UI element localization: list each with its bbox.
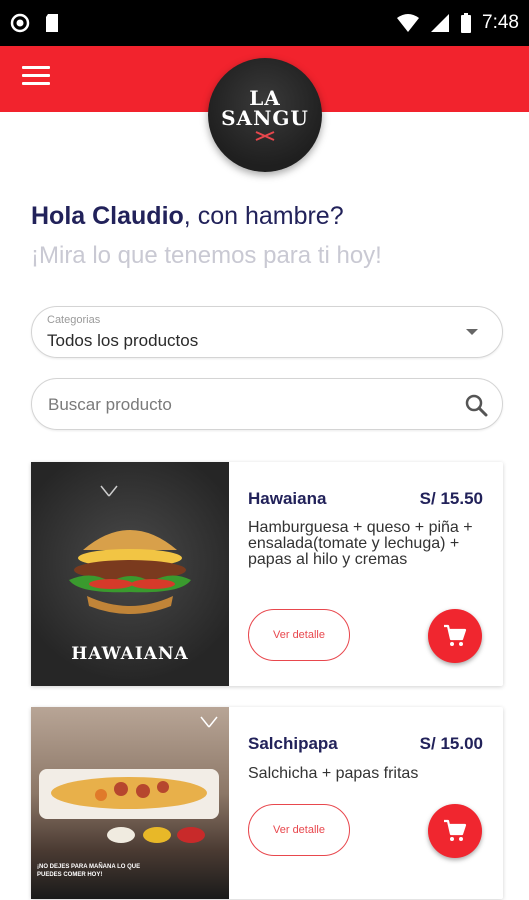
product-name: Salchipapa (248, 734, 338, 753)
view-detail-button[interactable]: Ver detalle (248, 804, 350, 856)
greeting-subtitle: ¡Mira lo que tenemos para ti hoy! (31, 242, 382, 269)
brand-logo: LA SANGU (208, 58, 322, 172)
sd-card-icon (46, 14, 58, 32)
greeting-name: Hola Claudio (31, 202, 184, 230)
greeting-title: Hola Claudio, con hambre? (31, 202, 344, 231)
signal-icon (431, 14, 450, 32)
product-card[interactable]: ¡NO DEJES PARA MAÑANA LO QUE PUEDES COME… (31, 707, 503, 899)
category-select[interactable]: Categorias Todos los productos (31, 306, 503, 358)
product-image-caption: ¡NO DEJES PARA MAÑANA LO QUE PUEDES COME… (37, 864, 141, 878)
product-description: Salchicha + papas fritas (248, 765, 419, 782)
battery-icon (461, 13, 472, 33)
greeting-question: , con hambre? (183, 202, 344, 230)
cutlery-icon (255, 131, 275, 141)
menu-icon[interactable] (22, 66, 50, 90)
product-description: Hamburguesa + queso + piña + ensalada(to… (248, 519, 473, 568)
cart-icon (444, 624, 467, 646)
product-price: S/ 15.50 (419, 489, 483, 508)
product-image-caption: HAWAIANA (71, 644, 189, 664)
product-card[interactable]: HAWAIANA Hawaiana S/ 15.50 Hamburguesa +… (31, 462, 503, 686)
category-label: Categorias (47, 314, 101, 326)
cart-icon (444, 819, 467, 841)
search-icon[interactable] (464, 393, 488, 417)
logo-line1: LA (249, 86, 281, 110)
status-time: 7:48 (482, 12, 519, 33)
search-input[interactable] (46, 389, 450, 421)
product-price: S/ 15.00 (419, 734, 483, 753)
logo-line2: SANGU (221, 106, 309, 130)
product-image: HAWAIANA (31, 462, 229, 686)
product-name: Hawaiana (248, 489, 327, 508)
search-box (31, 378, 503, 430)
status-bar: 7:48 (0, 0, 529, 46)
add-to-cart-button[interactable] (428, 609, 482, 663)
dropdown-arrow-icon (466, 329, 478, 335)
wifi-icon (397, 14, 420, 32)
circle-status-icon (10, 13, 30, 33)
view-detail-button[interactable]: Ver detalle (248, 609, 350, 661)
product-image: ¡NO DEJES PARA MAÑANA LO QUE PUEDES COME… (31, 707, 229, 899)
add-to-cart-button[interactable] (428, 804, 482, 858)
category-value: Todos los productos (47, 331, 199, 350)
